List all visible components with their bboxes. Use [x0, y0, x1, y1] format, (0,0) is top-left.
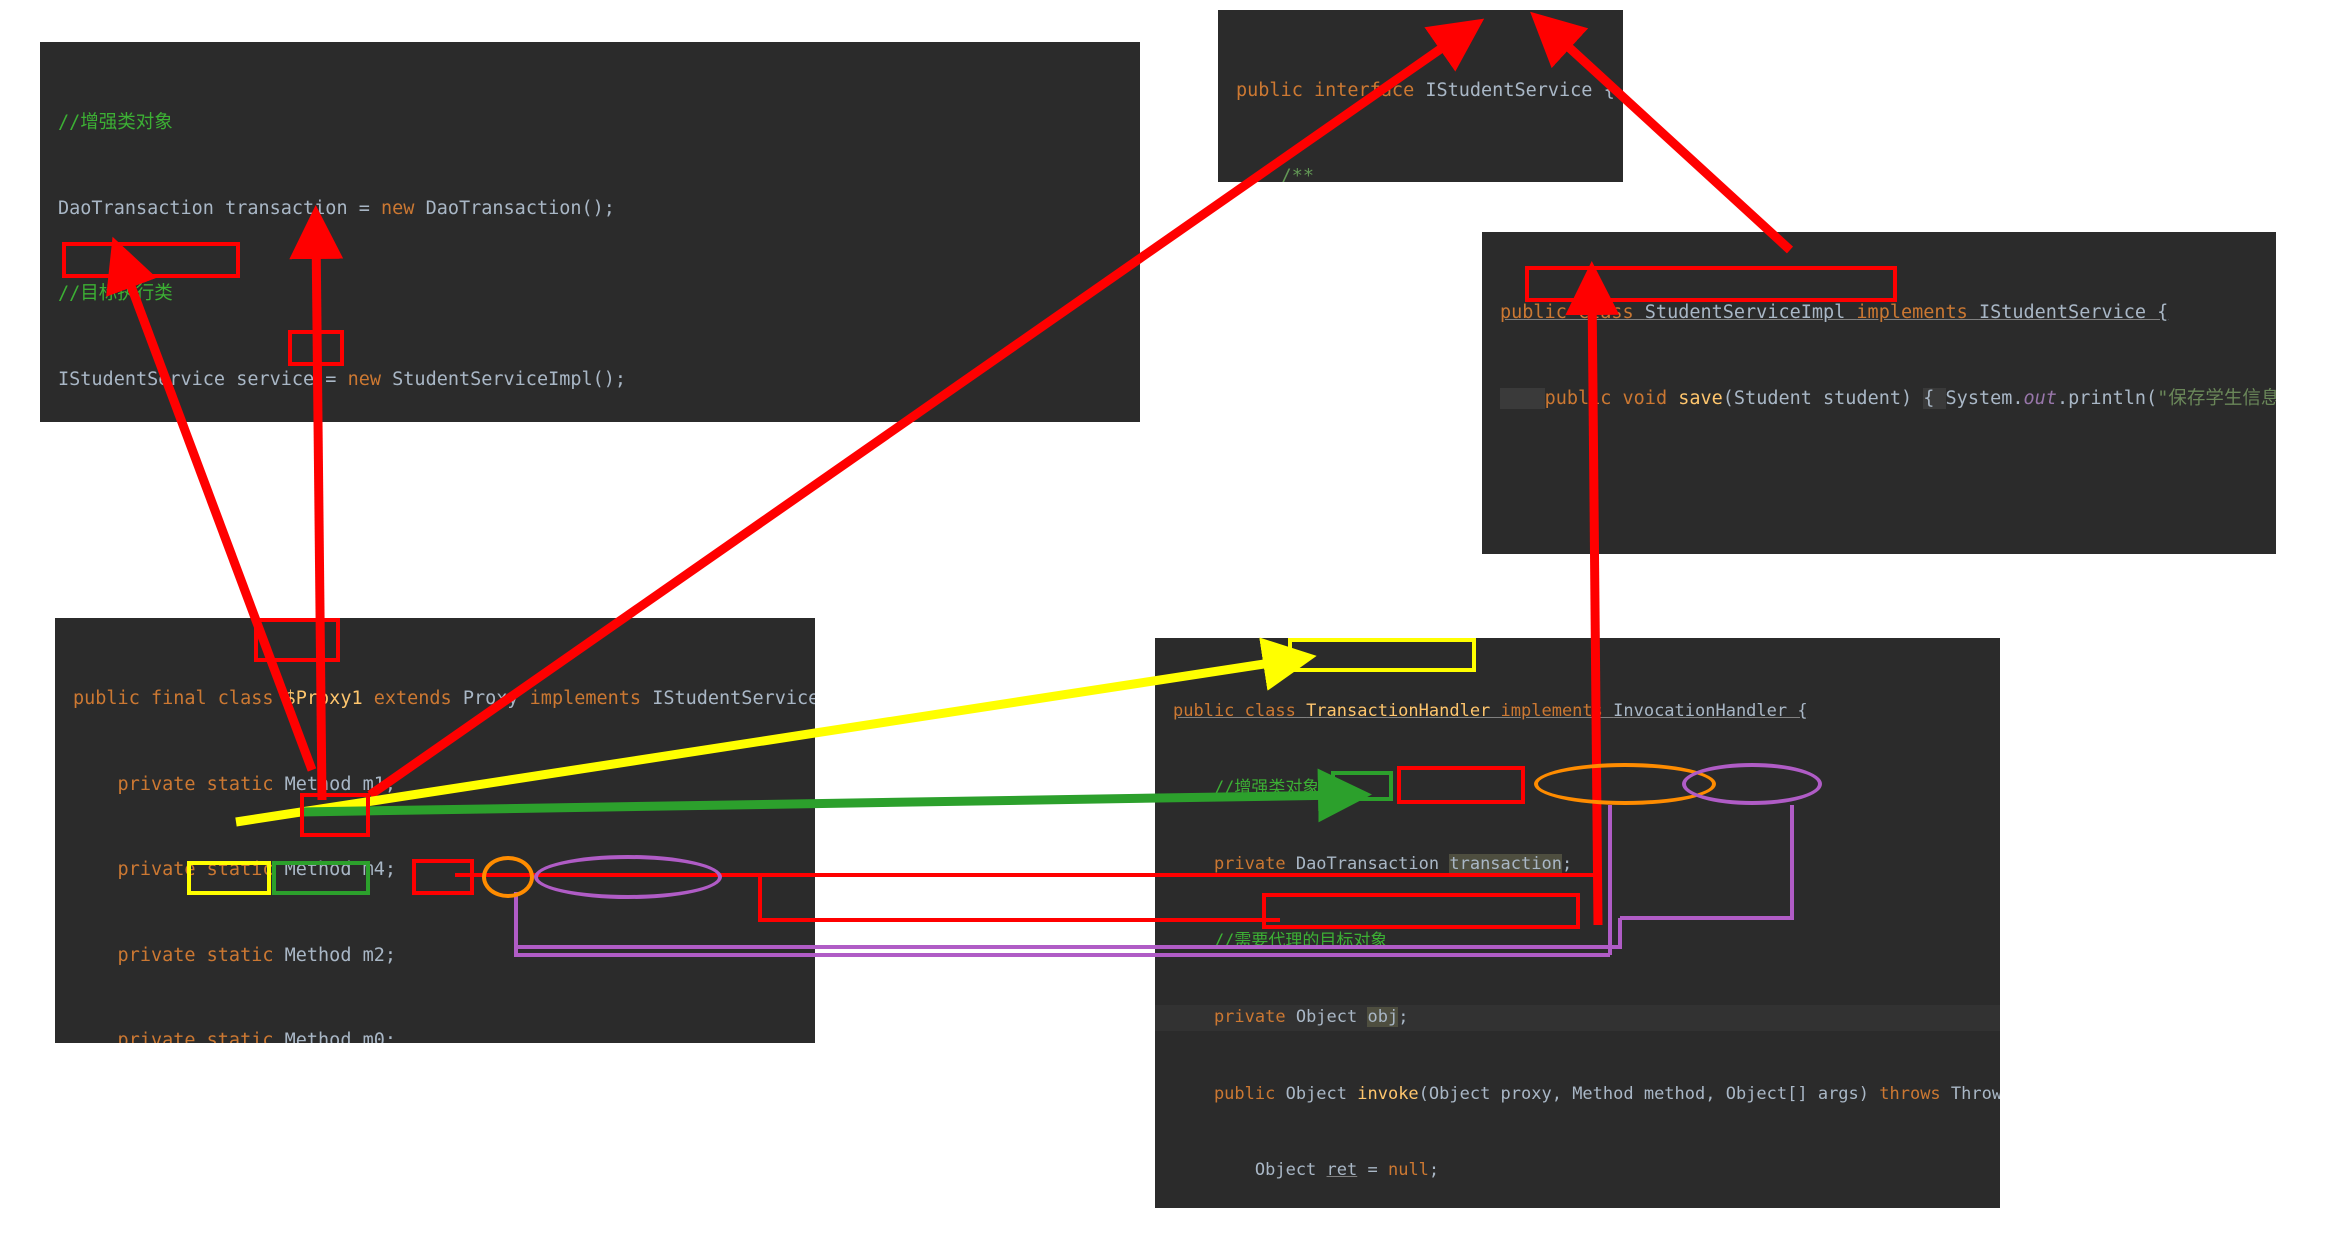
code-line: //需要代理的目标对象	[1173, 930, 1388, 951]
box-impl-save-method	[1525, 266, 1897, 302]
box-object-proxy-param	[1397, 766, 1525, 804]
code-line: DaoTransaction transaction = new DaoTran…	[58, 197, 615, 219]
code-line: public interface IStudentService {	[1236, 80, 1615, 101]
code-line: //目标执行类	[58, 283, 173, 304]
box-this-arg	[412, 859, 474, 895]
ellipse-object-args-param	[1682, 763, 1822, 805]
code-line: public final class $Proxy1 extends Proxy…	[73, 688, 815, 709]
ellipse-new-object-args	[534, 855, 722, 899]
code-line: IStudentService service = new StudentSer…	[58, 368, 627, 390]
box-transactionhandler-classname	[1288, 638, 1476, 672]
code-line: private static Method m2;	[73, 944, 397, 966]
box-handler-invoke	[1331, 771, 1393, 801]
istudentservice-interface-code: public interface IStudentService { /** *…	[1218, 10, 1623, 182]
box-method-invoke-line	[1262, 893, 1580, 929]
code-line: private static Method m1;	[73, 773, 397, 795]
box-proxy-invoke	[272, 861, 370, 895]
box-proxy-save-call	[288, 330, 344, 366]
code-line: Object ret = null;	[1173, 1160, 1440, 1180]
box-super-h	[187, 861, 271, 895]
generated-proxy-class-code: public final class $Proxy1 extends Proxy…	[55, 618, 815, 1043]
code-line: public Object invoke(Object proxy, Metho…	[1173, 1083, 2000, 1104]
code-line: private static Method m0;	[73, 1030, 397, 1043]
code-line: //增强类对象	[58, 112, 173, 133]
code-line: public void save(Student student) { Syst…	[1482, 385, 2276, 414]
client-main-code: //增强类对象 DaoTransaction transaction = new…	[40, 42, 1140, 422]
code-line: public class StudentServiceImpl implemen…	[1500, 302, 2169, 323]
diagram-canvas: //增强类对象 DaoTransaction transaction = new…	[0, 0, 2338, 1233]
code-line: public class TransactionHandler implemen…	[1173, 701, 1808, 721]
code-line: /**	[1236, 165, 1314, 183]
box-istudentservice-decl	[62, 242, 240, 278]
box-proxy1-classname	[254, 618, 340, 662]
code-line: private Object obj;	[1155, 1005, 2000, 1031]
ellipse-m3-arg	[482, 856, 534, 898]
code-line: private DaoTransaction transaction;	[1173, 854, 1573, 874]
box-proxy-save-method	[300, 793, 370, 837]
